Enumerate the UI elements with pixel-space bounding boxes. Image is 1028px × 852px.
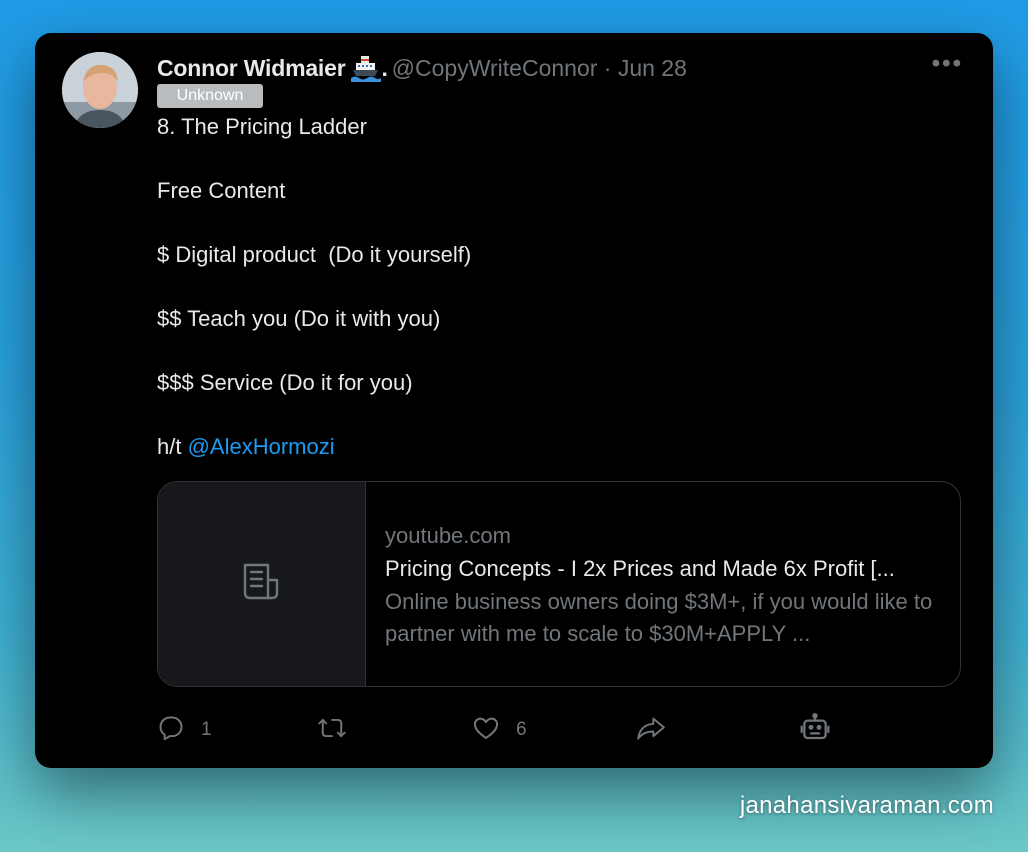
reply-button[interactable]: 1 (157, 708, 212, 752)
tweet-text: 8. The Pricing Ladder Free Content $ Dig… (157, 111, 937, 463)
tweet-line: $ Digital product (Do it yourself) (157, 242, 472, 267)
tweet-line-hat-tip: h/t @AlexHormozi (157, 431, 937, 463)
retweet-button[interactable] (317, 708, 347, 752)
tweet-card: Connor Widmaier . @CopyWriteConnor · Jun… (35, 33, 993, 768)
reply-count: 1 (201, 719, 212, 740)
ship-icon (351, 54, 382, 82)
share-button[interactable] (635, 708, 667, 752)
share-icon (635, 714, 667, 747)
mention-link[interactable]: @AlexHormozi (188, 434, 335, 459)
more-horizontal-icon[interactable]: ••• (932, 50, 963, 78)
retweet-icon (317, 714, 347, 747)
robot-button[interactable] (799, 708, 831, 752)
like-icon (472, 714, 500, 747)
like-button[interactable]: 6 (472, 708, 527, 752)
author-handle-time[interactable]: @CopyWriteConnor · Jun 28 (392, 55, 687, 82)
like-count: 6 (516, 719, 527, 740)
status-badge: Unknown (157, 84, 263, 108)
link-domain: youtube.com (385, 523, 511, 548)
link-info: youtube.com Pricing Concepts - I 2x Pric… (385, 520, 940, 650)
author-suffix: . (381, 54, 388, 81)
link-thumbnail (158, 482, 366, 686)
link-preview-card[interactable]: youtube.com Pricing Concepts - I 2x Pric… (157, 481, 961, 687)
link-title: Pricing Concepts - I 2x Prices and Made … (385, 556, 895, 581)
reply-icon (157, 714, 185, 747)
document-icon (240, 560, 284, 609)
watermark: janahansivaraman.com (739, 792, 994, 819)
avatar[interactable] (62, 52, 138, 128)
robot-icon (799, 712, 831, 749)
author-name[interactable]: Connor Widmaier (157, 55, 346, 82)
tweet-line: 8. The Pricing Ladder (157, 114, 367, 139)
link-description: Online business owners doing $3M+, if yo… (385, 589, 933, 646)
tweet-header: Connor Widmaier . @CopyWriteConnor · Jun… (157, 50, 963, 84)
tweet-line: $$ Teach you (Do it with you) (157, 306, 441, 331)
tweet-actions: 1 6 (157, 708, 877, 752)
hat-tip-prefix: h/t (157, 434, 188, 459)
tweet-line: $$$ Service (Do it for you) (157, 370, 413, 395)
tweet-line: Free Content (157, 178, 286, 203)
